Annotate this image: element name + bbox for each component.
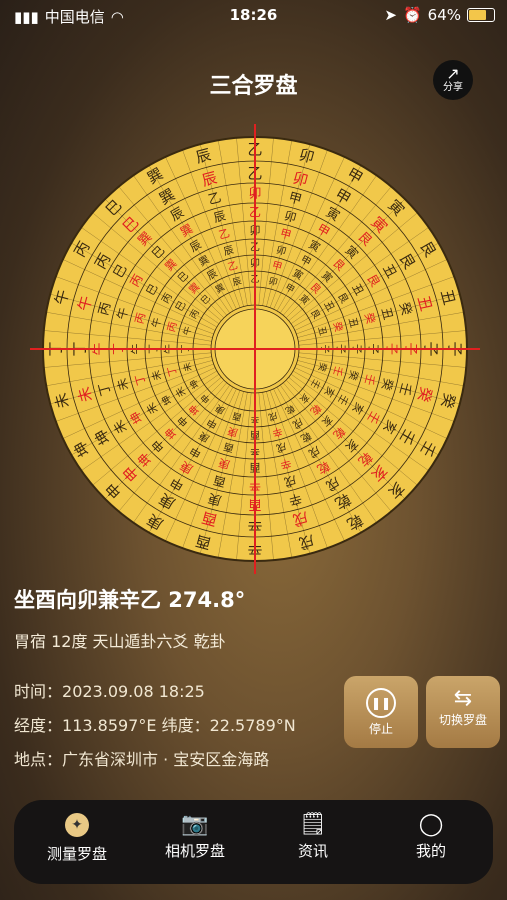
tab-label: 资讯 (297, 842, 328, 860)
compass-icon: ✦ (65, 813, 89, 837)
lng-label: 经度： (14, 716, 63, 735)
loc-label: 地点： (14, 750, 63, 769)
lat-value: 22.5789°N (209, 716, 296, 735)
share-button[interactable]: ↗ 分享 (433, 60, 473, 100)
status-bar: ▮▮▮ 中国电信 ◠ 18:26 ➤ ⏰ 64% (0, 0, 507, 32)
bookmark-icon: 🗒 (299, 812, 327, 837)
page-title: 三合罗盘 (209, 74, 298, 99)
battery-percent: 64% (427, 6, 461, 24)
tab-camera[interactable]: 📷 相机罗盘 (140, 810, 250, 861)
location-row: 地点：广东省深圳市 · 宝安区金海路 (14, 746, 269, 770)
compass-dial[interactable]: 子丑艮寅甲卯乙辰巽巳丙午丁未坤申庚酉辛戌乾亥壬癸子丑艮寅甲卯乙辰巽巳丙午丁未坤申… (30, 124, 480, 574)
coords-row: 经度：113.8597°E 纬度：22.5789°N (14, 712, 296, 736)
direction-reading: 坐酉向卯兼辛乙 274.8° (14, 588, 246, 612)
user-icon: ◯ (418, 812, 444, 837)
location-icon: ➤ (384, 6, 397, 24)
loc-value: 广东省深圳市 · 宝安区金海路 (62, 750, 270, 769)
switch-label: 切换罗盘 (438, 713, 487, 727)
stop-button[interactable]: ❚❚ 停止 (344, 676, 418, 748)
swap-icon: ⇆ (453, 686, 473, 711)
time-label: 时间： (14, 682, 63, 701)
tab-label: 测量罗盘 (46, 845, 107, 863)
share-label: 分享 (443, 82, 463, 93)
tab-label: 相机罗盘 (164, 842, 225, 860)
lng-value: 113.8597°E (62, 716, 157, 735)
lat-label: 纬度： (161, 716, 210, 735)
time-value: 2023.09.08 18:25 (62, 682, 205, 701)
time-row: 时间：2023.09.08 18:25 (14, 678, 205, 702)
tab-news[interactable]: 🗒 资讯 (258, 810, 368, 861)
battery-icon (467, 8, 495, 22)
pause-icon: ❚❚ (366, 688, 396, 718)
tab-profile[interactable]: ◯ 我的 (376, 810, 486, 861)
hexagram-info: 胃宿 12度 天山遁卦六爻 乾卦 (14, 632, 226, 651)
share-icon: ↗ (446, 64, 460, 83)
status-right: ➤ ⏰ 64% (384, 6, 495, 24)
switch-compass-button[interactable]: ⇆ 切换罗盘 (426, 676, 500, 748)
tab-measure[interactable]: ✦ 测量罗盘 (22, 810, 132, 864)
alarm-icon: ⏰ (402, 6, 422, 24)
stop-label: 停止 (368, 722, 393, 736)
camera-icon: 📷 (181, 812, 209, 837)
tab-label: 我的 (415, 842, 446, 860)
tab-bar: ✦ 测量罗盘 📷 相机罗盘 🗒 资讯 ◯ 我的 (14, 800, 493, 884)
